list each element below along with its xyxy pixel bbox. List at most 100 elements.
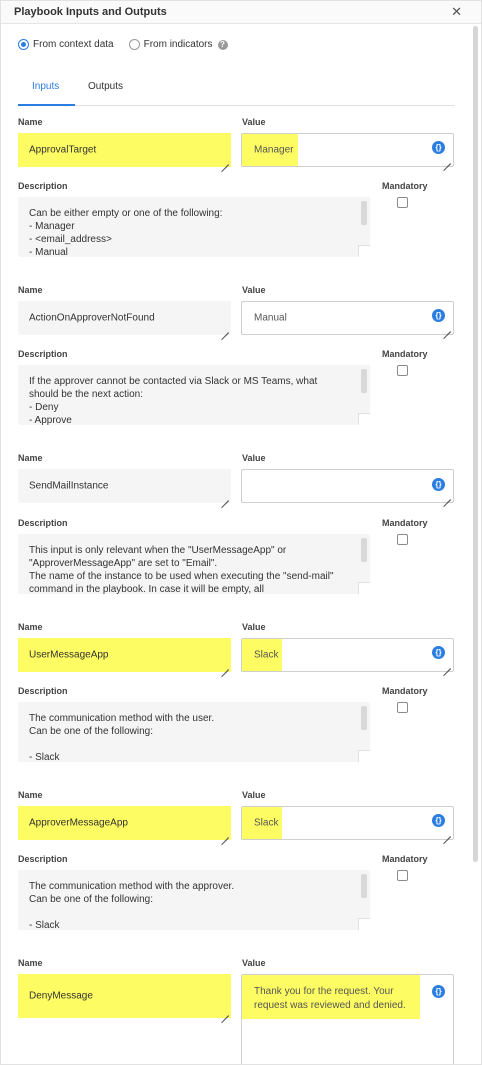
input-name-field[interactable]: SendMailInstance	[18, 469, 231, 503]
resize-handle-icon[interactable]	[358, 413, 370, 425]
description-label: Description	[18, 518, 68, 528]
description-text: Can be either empty or one of the follow…	[29, 208, 223, 257]
value-label: Value	[242, 117, 266, 127]
input-value-field[interactable]: {}	[241, 469, 454, 503]
input-description-field[interactable]: The communication method with the user. …	[18, 702, 370, 762]
context-data-icon[interactable]: {}	[432, 646, 445, 659]
panel-scrollbar[interactable]	[472, 26, 479, 1062]
radio-label: From indicators	[143, 39, 213, 50]
name-label: Name	[18, 790, 43, 800]
description-scrollbar[interactable]	[361, 369, 367, 393]
name-label: Name	[18, 453, 43, 463]
mandatory-checkbox[interactable]	[397, 197, 408, 208]
context-data-icon[interactable]: {}	[432, 985, 445, 998]
description-scrollbar[interactable]	[361, 538, 367, 562]
radio-from-context-data[interactable]: From context data	[18, 39, 114, 50]
panel-header: Playbook Inputs and Outputs ✕	[1, 1, 481, 24]
close-icon[interactable]: ✕	[451, 4, 462, 20]
input-name-text: SendMailInstance	[29, 480, 109, 492]
io-tabs: Inputs Outputs	[18, 73, 455, 106]
resize-handle-icon[interactable]	[221, 662, 229, 670]
description-text: The communication method with the approv…	[29, 881, 235, 930]
name-label: Name	[18, 958, 43, 968]
resize-handle-icon[interactable]	[221, 1008, 229, 1016]
resize-handle-icon[interactable]	[443, 661, 451, 669]
input-name-text: UserMessageApp	[29, 649, 109, 661]
input-name-field[interactable]: UserMessageApp	[18, 638, 231, 672]
input-name-text: ApproverMessageApp	[29, 817, 128, 829]
resize-handle-icon[interactable]	[221, 830, 229, 838]
description-label: Description	[18, 854, 68, 864]
description-scrollbar[interactable]	[361, 201, 367, 225]
name-label: Name	[18, 117, 43, 127]
input-value-field[interactable]: Slack {}	[241, 638, 454, 672]
radio-button[interactable]	[128, 39, 140, 50]
mandatory-label: Mandatory	[382, 349, 428, 359]
resize-handle-icon[interactable]	[221, 325, 229, 333]
description-text: If the approver cannot be contacted via …	[29, 376, 318, 425]
mandatory-checkbox[interactable]	[397, 870, 408, 881]
context-data-icon[interactable]: {}	[432, 478, 445, 491]
resize-handle-icon[interactable]	[443, 324, 451, 332]
resize-handle-icon[interactable]	[358, 918, 370, 930]
radio-from-indicators[interactable]: From indicators	[128, 39, 213, 50]
panel-scrollbar-thumb[interactable]	[473, 26, 478, 862]
input-value-text: Slack	[254, 649, 279, 661]
value-label: Value	[242, 285, 266, 295]
value-label: Value	[242, 790, 266, 800]
description-scrollbar[interactable]	[361, 706, 367, 730]
context-data-icon[interactable]: {}	[432, 141, 445, 154]
input-description-field[interactable]: Can be either empty or one of the follow…	[18, 197, 370, 257]
input-description-field[interactable]: If the approver cannot be contacted via …	[18, 365, 370, 425]
resize-handle-icon[interactable]	[443, 829, 451, 837]
playbook-io-panel: Playbook Inputs and Outputs ✕ From conte…	[0, 0, 482, 1065]
input-name-field[interactable]: ActionOnApproverNotFound	[18, 301, 231, 335]
input-value-text: Slack	[254, 817, 279, 829]
mandatory-label: Mandatory	[382, 854, 428, 864]
input-name-field[interactable]: DenyMessage	[18, 974, 231, 1018]
context-data-icon[interactable]: {}	[432, 309, 445, 322]
resize-handle-icon[interactable]	[443, 156, 451, 164]
value-label: Value	[242, 622, 266, 632]
mandatory-checkbox[interactable]	[397, 365, 408, 376]
context-data-icon[interactable]: {}	[432, 814, 445, 827]
input-name-field[interactable]: ApproverMessageApp	[18, 806, 231, 840]
resize-handle-icon[interactable]	[358, 750, 370, 762]
radio-label: From context data	[33, 39, 114, 50]
input-name-text: ActionOnApproverNotFound	[29, 312, 155, 324]
value-label: Value	[242, 453, 266, 463]
active-tab-indicator	[18, 104, 75, 106]
input-value-field[interactable]: Manual {}	[241, 301, 454, 335]
resize-handle-icon[interactable]	[358, 582, 370, 594]
mandatory-label: Mandatory	[382, 181, 428, 191]
radio-button-selected[interactable]	[18, 39, 29, 50]
value-label: Value	[242, 958, 266, 968]
resize-handle-icon[interactable]	[221, 157, 229, 165]
input-value-text: Thank you for the request. Your request …	[254, 986, 406, 1011]
input-value-field[interactable]: Thank you for the request. Your request …	[241, 974, 454, 1064]
mandatory-checkbox[interactable]	[397, 702, 408, 713]
input-name-text: ApprovalTarget	[29, 144, 97, 156]
description-text: The communication method with the user. …	[29, 713, 215, 762]
description-scrollbar[interactable]	[361, 874, 367, 898]
name-label: Name	[18, 285, 43, 295]
input-description-field[interactable]: The communication method with the approv…	[18, 870, 370, 930]
help-icon[interactable]: ?	[217, 39, 228, 50]
description-text: This input is only relevant when the "Us…	[29, 545, 334, 594]
input-name-text: DenyMessage	[29, 990, 93, 1002]
input-description-field[interactable]: This input is only relevant when the "Us…	[18, 534, 370, 594]
input-value-text: Manager	[254, 144, 294, 156]
resize-handle-icon[interactable]	[358, 245, 370, 257]
description-label: Description	[18, 686, 68, 696]
input-value-field[interactable]: Slack {}	[241, 806, 454, 840]
description-label: Description	[18, 349, 68, 359]
mandatory-checkbox[interactable]	[397, 534, 408, 545]
tab-inputs[interactable]: Inputs	[32, 81, 59, 92]
resize-handle-icon[interactable]	[221, 493, 229, 501]
tab-outputs[interactable]: Outputs	[88, 81, 123, 92]
mandatory-label: Mandatory	[382, 686, 428, 696]
input-value-field[interactable]: Manager {}	[241, 133, 454, 167]
resize-handle-icon[interactable]	[443, 492, 451, 500]
input-name-field[interactable]: ApprovalTarget	[18, 133, 231, 167]
name-label: Name	[18, 622, 43, 632]
